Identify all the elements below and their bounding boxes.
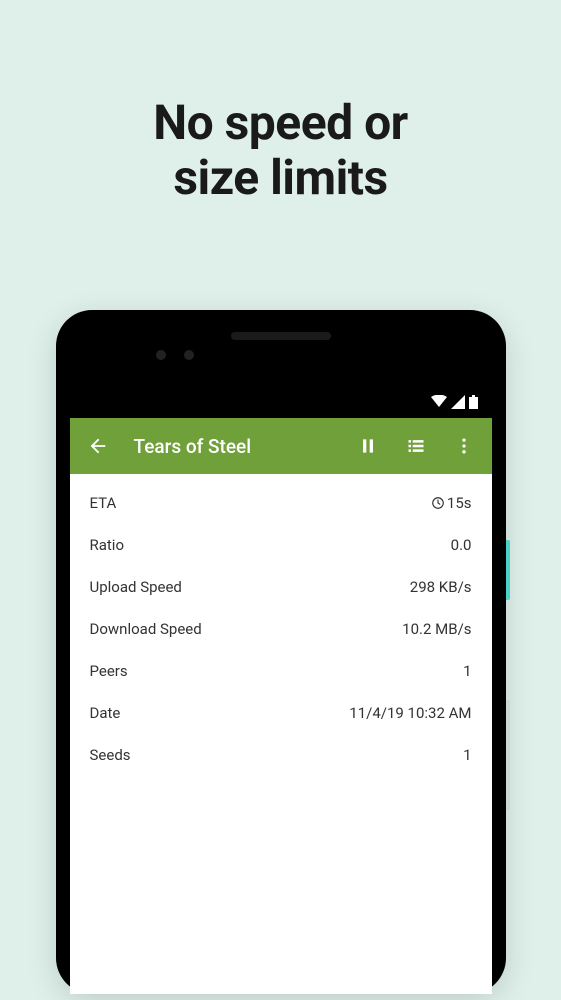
row-value: 10.2 MB/s (402, 620, 471, 638)
phone-screen: Tears of Steel ETA 15s Ratio 0.0 (70, 386, 492, 994)
battery-icon (469, 395, 478, 409)
wifi-icon (431, 395, 447, 409)
promo-headline: No speed or size limits (0, 0, 561, 205)
row-peers: Peers 1 (70, 650, 492, 692)
row-label: Ratio (90, 536, 125, 554)
app-bar: Tears of Steel (70, 418, 492, 474)
row-date: Date 11/4/19 10:32 AM (70, 692, 492, 734)
row-value: 11/4/19 10:32 AM (349, 704, 471, 722)
more-button[interactable] (444, 426, 484, 466)
details-list: ETA 15s Ratio 0.0 Upload Speed 298 KB/s … (70, 474, 492, 994)
eta-value: 15s (447, 494, 472, 512)
row-value: 298 KB/s (410, 578, 472, 596)
back-button[interactable] (78, 426, 118, 466)
power-button (506, 540, 510, 600)
signal-icon (451, 395, 465, 409)
clock-icon (431, 496, 445, 510)
row-ratio: Ratio 0.0 (70, 524, 492, 566)
status-bar (70, 386, 492, 418)
row-label: Download Speed (90, 620, 202, 638)
row-value: 15s (431, 494, 472, 512)
row-label: ETA (90, 494, 117, 512)
more-vert-icon (454, 436, 474, 456)
camera-dots (156, 350, 194, 360)
headline-line-1: No speed or (0, 95, 561, 150)
arrow-back-icon (87, 435, 109, 457)
list-icon (406, 436, 426, 456)
volume-button (506, 700, 510, 810)
row-download-speed: Download Speed 10.2 MB/s (70, 608, 492, 650)
row-label: Seeds (90, 746, 131, 764)
app-bar-title: Tears of Steel (126, 435, 340, 458)
row-upload-speed: Upload Speed 298 KB/s (70, 566, 492, 608)
pause-icon (358, 436, 378, 456)
row-label: Date (90, 704, 121, 722)
row-value: 1 (463, 746, 471, 764)
row-eta: ETA 15s (70, 482, 492, 524)
row-seeds: Seeds 1 (70, 734, 492, 776)
row-label: Upload Speed (90, 578, 182, 596)
row-label: Peers (90, 662, 128, 680)
phone-frame: Tears of Steel ETA 15s Ratio 0.0 (56, 310, 506, 994)
headline-line-2: size limits (0, 150, 561, 205)
pause-button[interactable] (348, 426, 388, 466)
row-value: 1 (463, 662, 471, 680)
list-button[interactable] (396, 426, 436, 466)
row-value: 0.0 (451, 536, 472, 554)
